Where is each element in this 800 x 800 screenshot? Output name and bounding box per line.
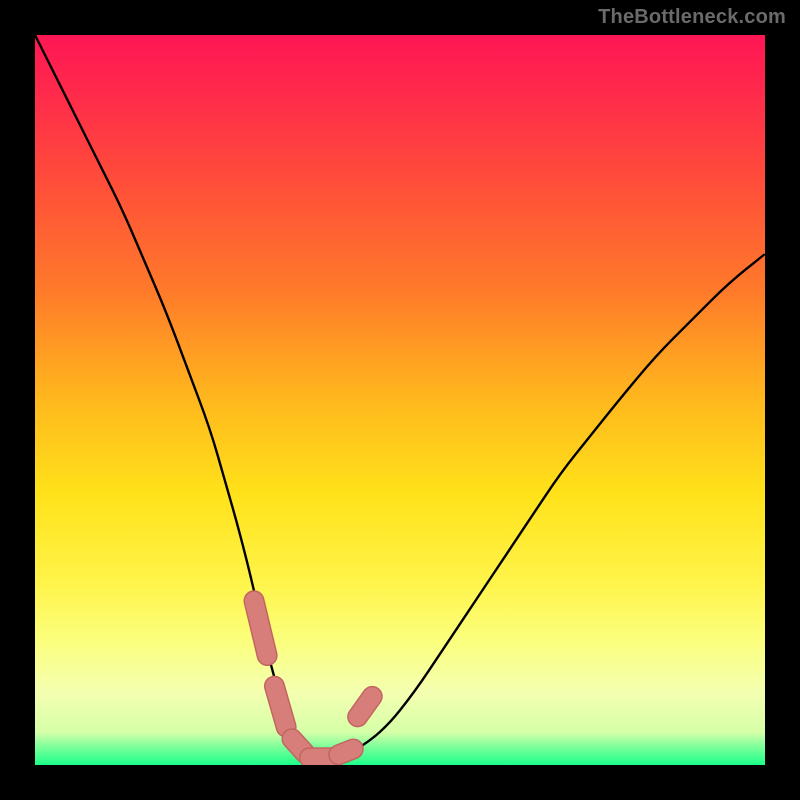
curve-marker xyxy=(358,696,373,716)
gradient-background xyxy=(35,35,765,765)
attribution-text: TheBottleneck.com xyxy=(598,6,786,29)
plot-area xyxy=(35,35,765,765)
curve-marker xyxy=(254,601,267,656)
chart-frame: TheBottleneck.com xyxy=(0,0,800,800)
curve-marker xyxy=(274,686,286,727)
curve-marker xyxy=(339,749,354,755)
bottleneck-chart xyxy=(35,35,765,765)
